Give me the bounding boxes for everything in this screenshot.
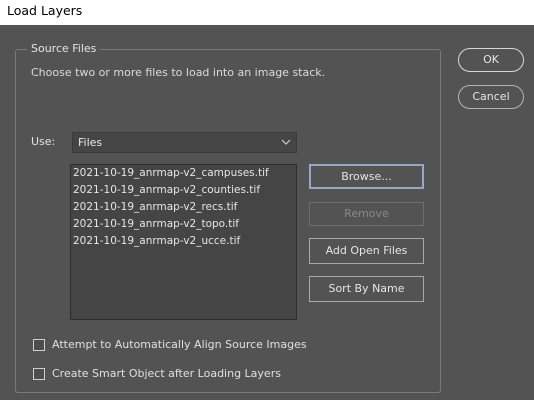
align-checkbox[interactable] — [33, 339, 45, 351]
align-checkbox-label[interactable]: Attempt to Automatically Align Source Im… — [52, 338, 307, 351]
remove-button[interactable]: Remove — [309, 202, 424, 226]
title-bar: Load Layers — [0, 0, 534, 25]
source-files-group-label: Source Files — [27, 42, 101, 55]
cancel-button[interactable]: Cancel — [458, 85, 524, 109]
browse-button[interactable]: Browse... — [309, 164, 424, 189]
list-item[interactable]: 2021-10-19_anrmap-v2_recs.tif — [73, 201, 237, 213]
use-select-value: Files — [78, 136, 103, 149]
list-item[interactable]: 2021-10-19_anrmap-v2_ucce.tif — [73, 235, 240, 247]
list-item[interactable]: 2021-10-19_anrmap-v2_counties.tif — [73, 184, 260, 196]
smart-object-checkbox[interactable] — [33, 368, 45, 380]
use-label: Use: — [31, 135, 56, 148]
smart-object-checkbox-label[interactable]: Create Smart Object after Loading Layers — [52, 367, 281, 380]
chevron-down-icon — [281, 136, 291, 151]
sort-by-name-button[interactable]: Sort By Name — [309, 276, 424, 302]
list-item[interactable]: 2021-10-19_anrmap-v2_campuses.tif — [73, 167, 269, 179]
instructions-text: Choose two or more files to load into an… — [31, 66, 326, 79]
use-select[interactable]: Files — [72, 132, 297, 153]
ok-button[interactable]: OK — [458, 48, 524, 72]
list-item[interactable]: 2021-10-19_anrmap-v2_topo.tif — [73, 218, 239, 230]
window-title: Load Layers — [7, 3, 83, 18]
add-open-files-button[interactable]: Add Open Files — [309, 238, 424, 264]
file-list[interactable]: 2021-10-19_anrmap-v2_campuses.tif 2021-1… — [70, 164, 297, 320]
